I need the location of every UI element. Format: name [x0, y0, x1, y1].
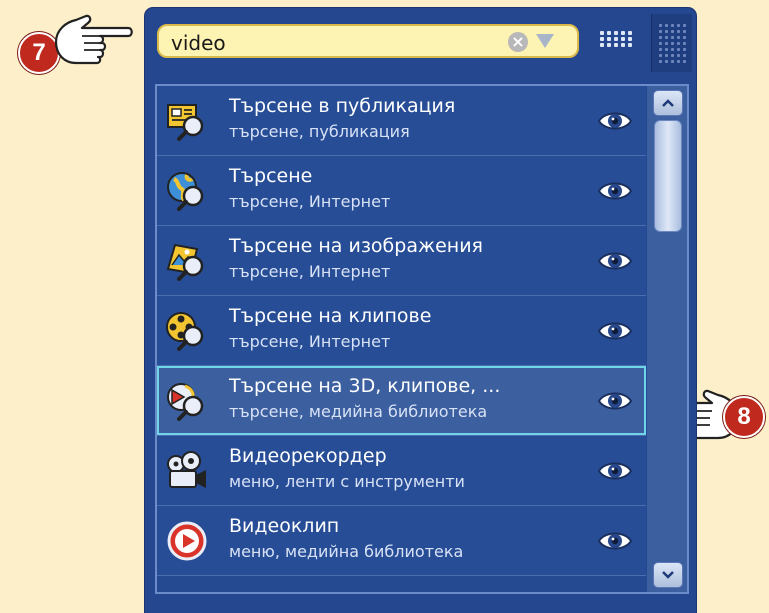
drag-grip-icon[interactable]	[651, 14, 692, 72]
list-item-subtitle: търсене, Интернет	[229, 332, 391, 351]
list-item[interactable]: Търсене на изображения търсене, Интернет	[157, 226, 646, 296]
list-item[interactable]: Видеоклип меню, медийна библиотека	[157, 506, 646, 576]
list-item-title: Търсене в публикация	[229, 95, 456, 117]
keypad-icon[interactable]	[600, 28, 632, 50]
eye-icon[interactable]	[597, 318, 633, 344]
video-clip-icon	[167, 521, 207, 561]
search-publication-icon	[167, 104, 204, 141]
clear-search-button[interactable]: ×	[508, 32, 528, 52]
scrollbar[interactable]	[647, 86, 687, 592]
list-item-subtitle: меню, медийна библиотека	[229, 542, 464, 561]
search-input[interactable]	[169, 28, 493, 58]
scroll-up-button[interactable]	[653, 90, 683, 116]
scroll-down-button[interactable]	[653, 562, 683, 588]
list-item-title: Видеоклип	[229, 515, 340, 537]
eye-icon[interactable]	[597, 108, 633, 134]
eye-icon[interactable]	[597, 178, 633, 204]
list-item-title: Видеорекордер	[229, 445, 387, 467]
chevron-down-icon	[662, 571, 674, 579]
clip-search-icon	[166, 312, 204, 351]
web-search-icon	[167, 172, 204, 211]
eye-icon[interactable]	[597, 458, 633, 484]
list-item-subtitle: търсене, медийна библиотека	[229, 402, 488, 421]
results-list: Търсене в публикация търсене, публикация…	[157, 86, 646, 576]
list-item-selected[interactable]: Търсене на 3D, клипове, ... търсене, мед…	[157, 366, 646, 436]
list-item-subtitle: търсене, Интернет	[229, 192, 391, 211]
eye-icon[interactable]	[597, 248, 633, 274]
list-item-subtitle: търсене, публикация	[229, 122, 410, 141]
chevron-up-icon	[662, 99, 674, 107]
video-recorder-icon	[167, 451, 206, 488]
list-item-title: Търсене на 3D, клипове, ...	[229, 375, 501, 397]
list-item-title: Търсене	[229, 165, 313, 187]
results-list-frame: Търсене в публикация търсене, публикация…	[155, 84, 689, 594]
image-search-icon	[166, 243, 204, 281]
scroll-thumb[interactable]	[654, 120, 682, 232]
media-search-icon	[167, 383, 204, 421]
list-item-subtitle: търсене, Интернет	[229, 262, 391, 281]
eye-icon[interactable]	[597, 528, 633, 554]
callout-badge-8: 8	[723, 396, 765, 438]
list-item[interactable]: Търсене в публикация търсене, публикация	[157, 86, 646, 156]
list-item-title: Търсене на клипове	[229, 305, 432, 327]
search-panel: × Търсене в публикация	[145, 8, 696, 613]
chevron-down-icon[interactable]	[536, 34, 554, 48]
list-item[interactable]: Търсене на клипове търсене, Интернет	[157, 296, 646, 366]
list-item-title: Търсене на изображения	[229, 235, 483, 257]
eye-icon[interactable]	[597, 388, 633, 414]
list-item[interactable]: Търсене търсене, Интернет	[157, 156, 646, 226]
search-box: ×	[157, 24, 579, 58]
pointing-hand-icon	[54, 14, 133, 65]
list-item-subtitle: меню, ленти с инструменти	[229, 472, 465, 491]
list-item[interactable]: Видеорекордер меню, ленти с инструменти	[157, 436, 646, 506]
close-icon: ×	[511, 32, 525, 51]
